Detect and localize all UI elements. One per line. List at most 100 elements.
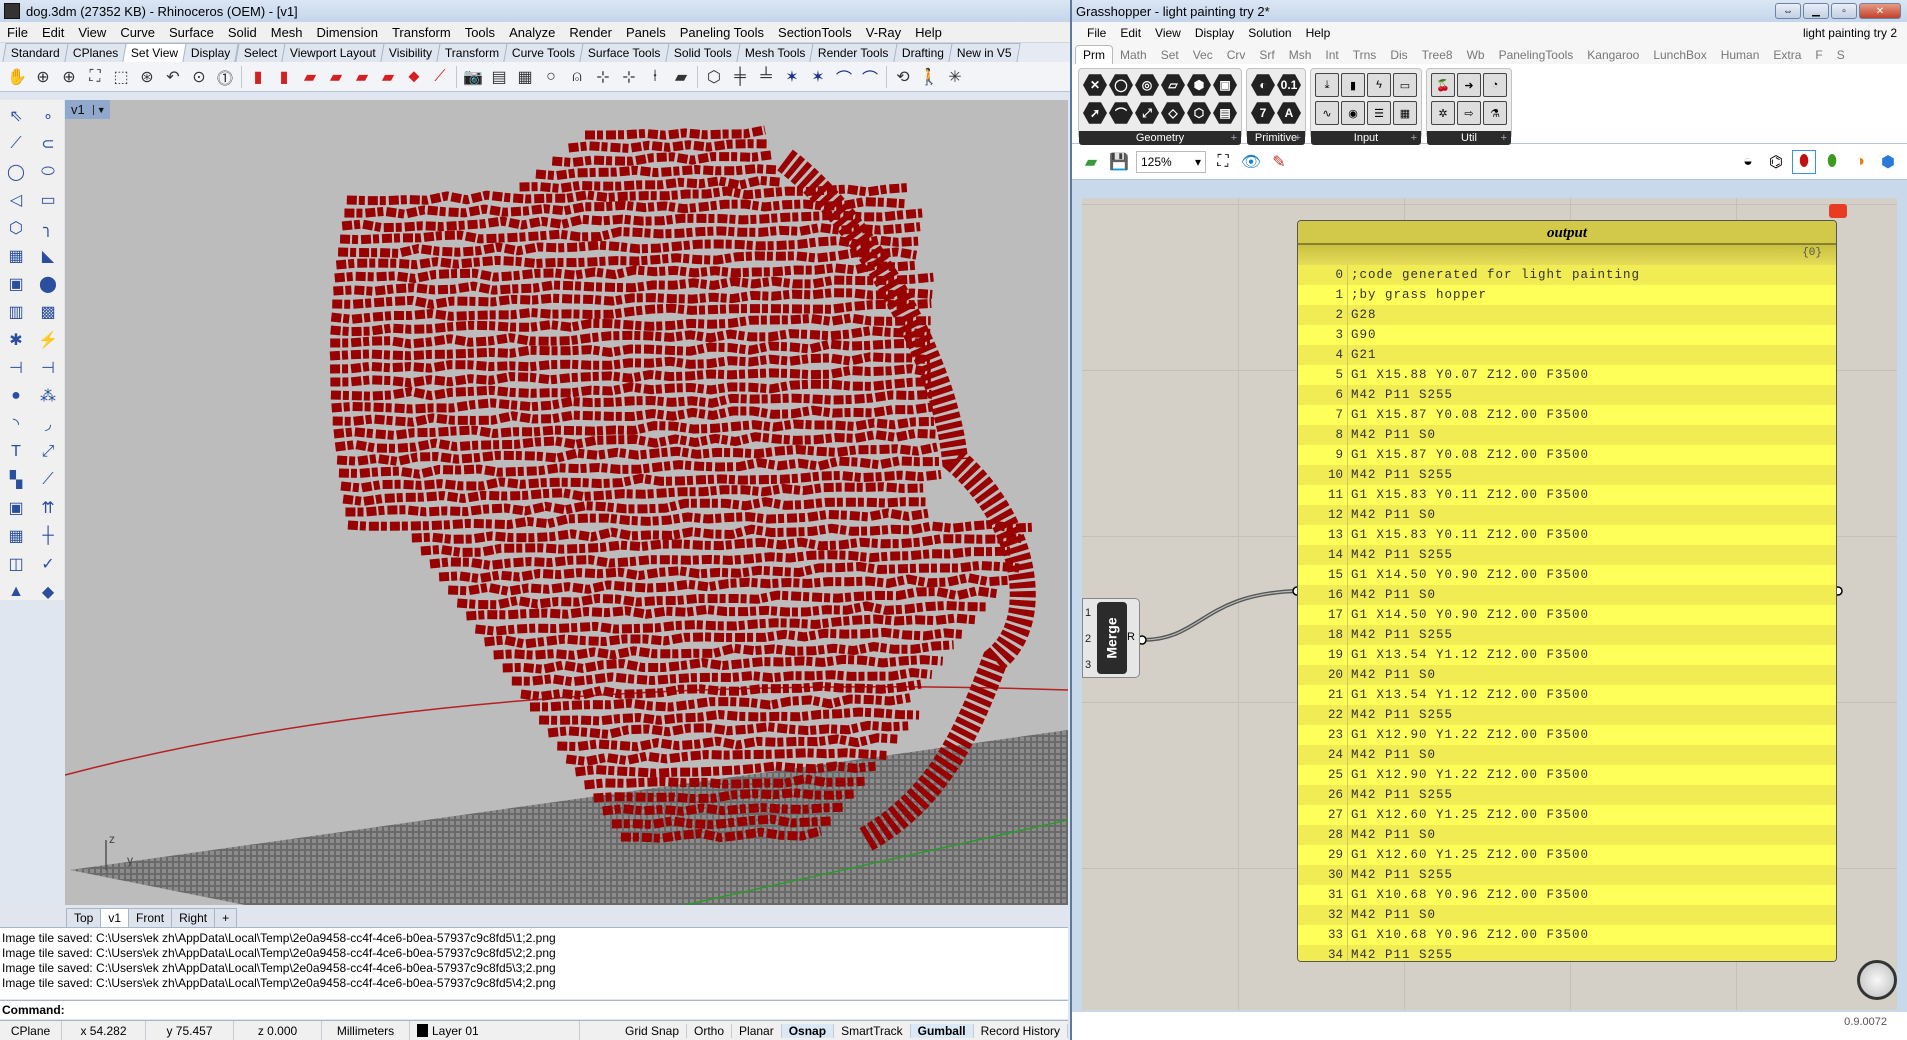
menu-curve[interactable]: Curve (113, 25, 162, 40)
scale-icon[interactable]: ⤢ (32, 438, 64, 466)
plan-icon[interactable]: ╧ (753, 65, 779, 89)
gh-tab-extra[interactable]: Extra (1766, 46, 1808, 64)
text-icon[interactable]: T (0, 438, 32, 466)
merge-to-panel-wire[interactable] (1141, 589, 1298, 642)
preview-selected-icon[interactable]: ⬮ (1821, 151, 1843, 173)
status-toggle-osnap[interactable]: Osnap (781, 1023, 835, 1038)
car-right-icon[interactable]: ▰ (323, 65, 349, 89)
minimize-button[interactable]: ▁ (1803, 3, 1829, 19)
viewport-tab-front[interactable]: Front (128, 908, 173, 927)
viewport-v1[interactable]: z y v1 ▼ (65, 100, 1068, 905)
viewport-dropdown-icon[interactable]: ▼ (92, 104, 106, 115)
ribbon-panel-label[interactable]: Util (1427, 131, 1511, 145)
component-input-1-icon[interactable]: ∿ (1315, 101, 1339, 125)
command-line[interactable]: Command: (0, 1000, 1068, 1019)
viewport-tab-right[interactable]: Right (171, 908, 216, 927)
component-input-4-icon[interactable]: ϟ (1367, 73, 1391, 97)
status-layer[interactable]: Layer 01 (410, 1021, 580, 1040)
toolbar-tab-new-in-v5[interactable]: New in V5 (947, 43, 1020, 62)
arc-icon[interactable]: ◁ (0, 186, 32, 214)
gh-menu-file[interactable]: File (1080, 26, 1113, 40)
section-icon[interactable]: ┼ (32, 522, 64, 550)
gh-tab-s[interactable]: S (1830, 46, 1852, 64)
curve-icon[interactable]: ⊂ (32, 130, 64, 158)
menu-panels[interactable]: Panels (619, 25, 673, 40)
status-toggle-ortho[interactable]: Ortho (687, 1023, 733, 1038)
grid-array-icon[interactable]: ▦ (0, 522, 32, 550)
gh-tab-set[interactable]: Set (1154, 46, 1186, 64)
gh-tab-prm[interactable]: Prm (1075, 45, 1113, 64)
component-geometry-3-icon[interactable]: ⌒ (1109, 102, 1133, 124)
sun-icon[interactable]: ✳ (942, 65, 968, 89)
light-icon[interactable]: ○ (538, 65, 564, 89)
zoom-selected-icon[interactable]: ⊛ (134, 65, 160, 89)
preview-shaded-icon[interactable]: ⬮ (1792, 149, 1816, 174)
surface-icon[interactable]: ▦ (0, 242, 32, 270)
trim-icon[interactable]: ⚡ (32, 326, 64, 354)
gh-tab-panelingtools[interactable]: PanelingTools (1492, 46, 1581, 64)
toolbar-tab-transform[interactable]: Transform (436, 43, 508, 62)
toolbar-tab-render-tools[interactable]: Render Tools (809, 43, 898, 62)
component-geometry-7-icon[interactable]: ◇ (1161, 102, 1185, 124)
toolbar-tab-select[interactable]: Select (234, 43, 286, 62)
gh-tab-wb[interactable]: Wb (1460, 46, 1492, 64)
gh-menu-solution[interactable]: Solution (1241, 26, 1298, 40)
car-front-icon[interactable]: ▮ (245, 65, 271, 89)
component-util-0-icon[interactable]: 🍒 (1431, 73, 1455, 97)
camera-icon[interactable]: 📷 (460, 65, 486, 89)
component-input-3-icon[interactable]: ◉ (1341, 101, 1365, 125)
component-geometry-5-icon[interactable]: ⤢ (1135, 102, 1159, 124)
merge-input-1[interactable]: 1 (1085, 607, 1091, 619)
output-panel[interactable]: output {0} 0 ;code generated for light pa… (1297, 220, 1837, 962)
analyze-icon[interactable]: ◫ (0, 550, 32, 578)
preview-eye-icon[interactable]: 👁 (1240, 151, 1262, 173)
toolbar-tab-drafting[interactable]: Drafting (892, 43, 953, 62)
mesh-icon[interactable]: ▩ (32, 298, 64, 326)
maximize-button[interactable]: ▫ (1831, 3, 1857, 19)
close-button[interactable]: ✕ (1859, 3, 1901, 19)
component-geometry-6-icon[interactable]: ▱ (1161, 74, 1185, 96)
component-geometry-1-icon[interactable]: ➚ (1083, 102, 1107, 124)
plane-icon[interactable]: ✶ (779, 65, 805, 89)
gh-tab-human[interactable]: Human (1714, 46, 1767, 64)
gh-tab-math[interactable]: Math (1113, 46, 1154, 64)
gh-tab-kangaroo[interactable]: Kangaroo (1580, 46, 1646, 64)
merge-output-r[interactable]: R (1127, 631, 1135, 643)
gh-menu-view[interactable]: View (1148, 26, 1188, 40)
menu-surface[interactable]: Surface (162, 25, 221, 40)
component-geometry-4-icon[interactable]: ◎ (1135, 74, 1159, 96)
plane-2-icon[interactable]: ✶ (805, 65, 831, 89)
mesh-quality-icon[interactable]: ⬢ (1877, 151, 1899, 173)
add-viewport-tab-button[interactable]: + (214, 908, 238, 927)
merge-input-3[interactable]: 3 (1085, 659, 1091, 671)
gh-tab-dis[interactable]: Dis (1383, 46, 1414, 64)
menu-tools[interactable]: Tools (458, 25, 502, 40)
ribbon-panel-label[interactable]: Input (1311, 131, 1421, 145)
target-icon[interactable]: ⊹ (590, 65, 616, 89)
menu-view[interactable]: View (71, 25, 113, 40)
sketch-pen-icon[interactable]: ✎ (1268, 151, 1290, 173)
rotate-view-icon[interactable]: ⊕ (30, 65, 56, 89)
viewport-tab-v1[interactable]: v1 (100, 908, 130, 927)
save-file-icon[interactable]: 💾 (1108, 151, 1130, 173)
menu-v-ray[interactable]: V-Ray (859, 25, 908, 40)
component-util-1-icon[interactable]: ✲ (1431, 101, 1455, 125)
toolbar-tab-set-view[interactable]: Set View (122, 43, 187, 62)
menu-dimension[interactable]: Dimension (310, 25, 385, 40)
car-bottom-icon[interactable]: ▰ (375, 65, 401, 89)
car-perspective-icon[interactable]: ⬥ (401, 65, 427, 89)
plane-4-icon[interactable]: ⌒ (857, 65, 883, 89)
preview-wireframe-icon[interactable]: ⌬ (1765, 151, 1787, 173)
status-units[interactable]: Millimeters (322, 1021, 410, 1040)
split-icon[interactable]: ⊣ (0, 354, 32, 382)
component-geometry-9-icon[interactable]: ⬡ (1187, 102, 1211, 124)
gh-menu-edit[interactable]: Edit (1113, 26, 1148, 40)
toolbar-tab-display[interactable]: Display (182, 43, 240, 62)
material-icon[interactable]: ◑ (1849, 151, 1871, 173)
gh-tab-int[interactable]: Int (1318, 46, 1345, 64)
component-input-5-icon[interactable]: ☰ (1367, 101, 1391, 125)
component-input-7-icon[interactable]: ▦ (1393, 101, 1417, 125)
component-geometry-10-icon[interactable]: ▣ (1213, 74, 1237, 96)
save-view-icon[interactable]: ▤ (486, 65, 512, 89)
component-input-0-icon[interactable]: ⤓ (1315, 73, 1339, 97)
